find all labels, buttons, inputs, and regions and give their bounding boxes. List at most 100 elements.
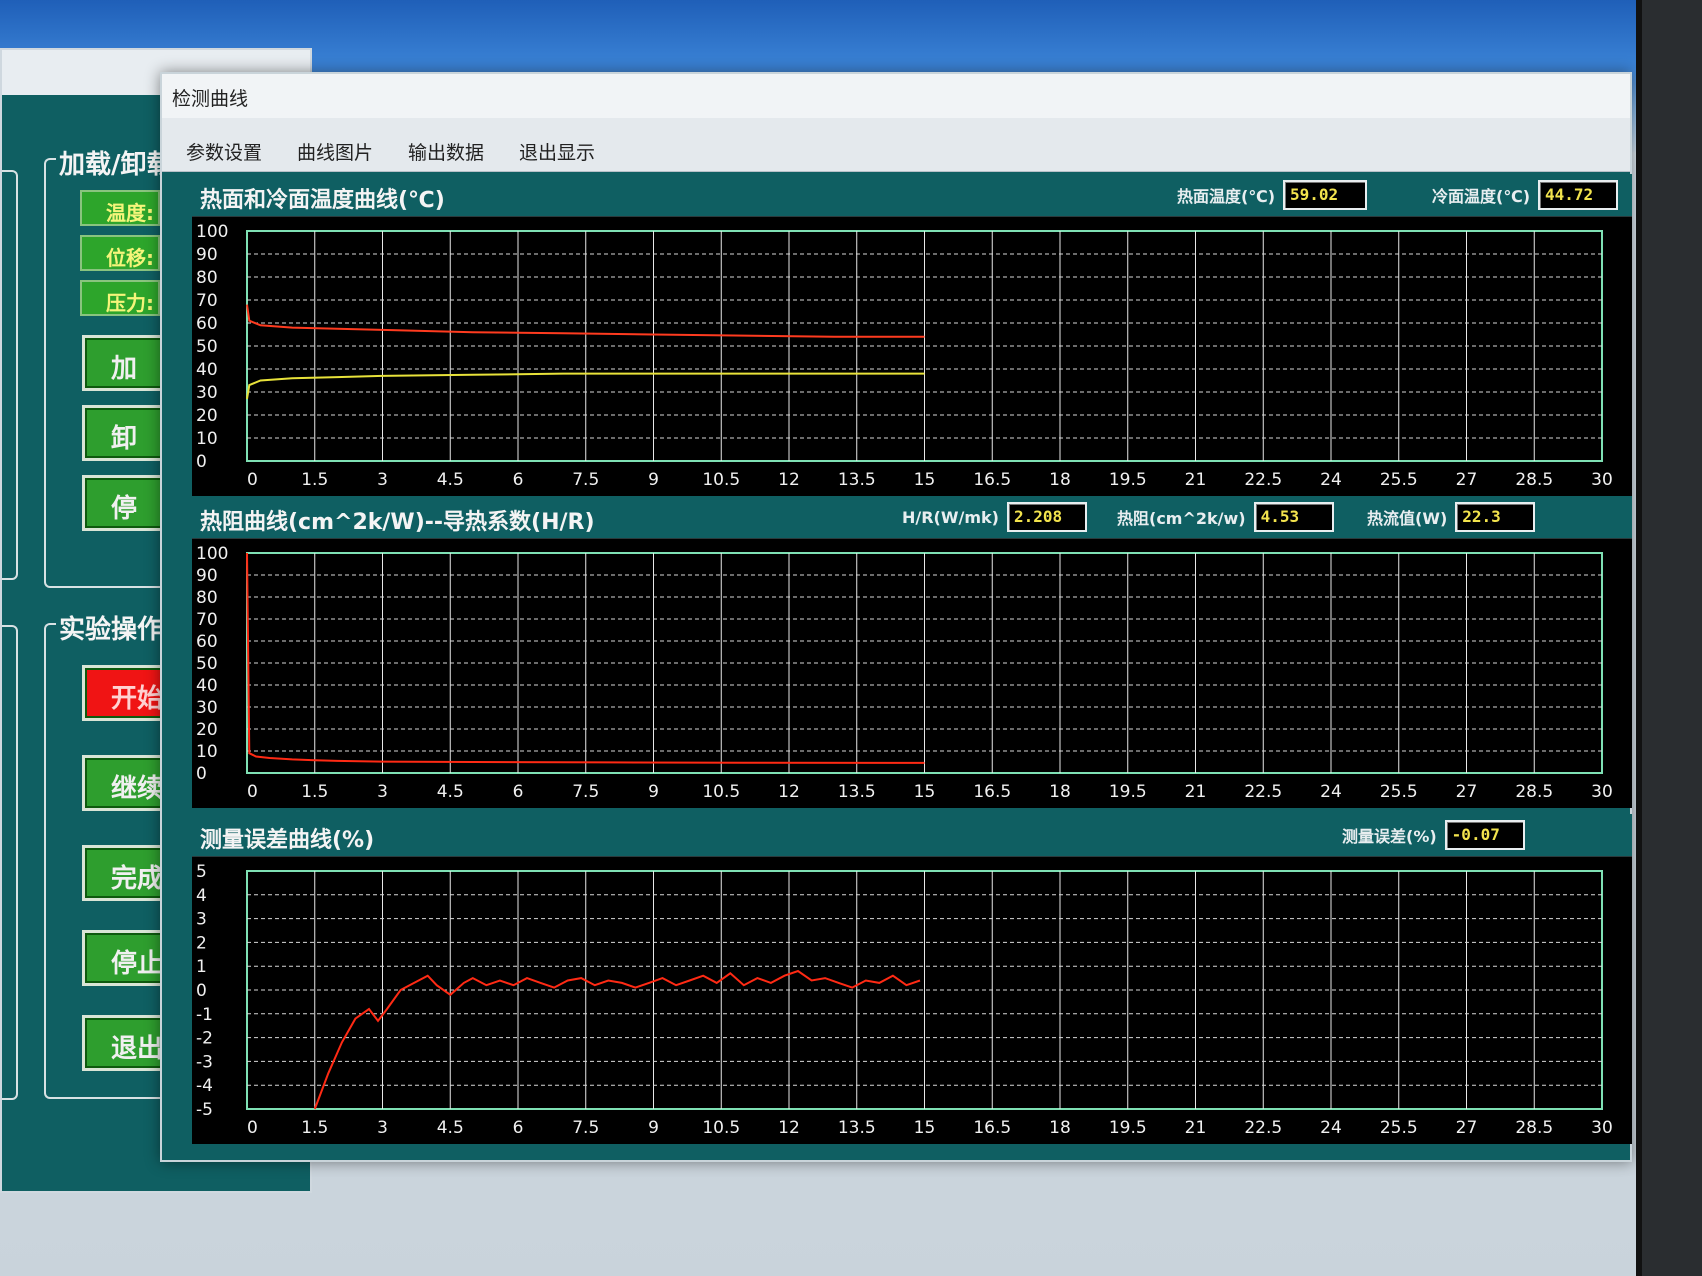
- x-tick-label: 24: [1320, 782, 1342, 802]
- x-tick-label: 22.5: [1244, 1118, 1282, 1138]
- x-tick-label: 27: [1456, 1118, 1478, 1138]
- y-tick-label: 3: [196, 910, 207, 930]
- x-tick-label: 12: [778, 782, 800, 802]
- y-tick-label: 20: [196, 720, 218, 740]
- y-tick-label: 50: [196, 654, 218, 674]
- x-tick-label: 21: [1185, 782, 1207, 802]
- x-tick-label: 0: [247, 782, 258, 802]
- x-tick-label: 16.5: [973, 1118, 1011, 1138]
- x-tick-label: 18: [1049, 470, 1071, 490]
- hr-label: H/R(W/mk): [902, 507, 999, 527]
- x-tick-label: 10.5: [702, 1118, 740, 1138]
- y-tick-label: -3: [196, 1052, 213, 1072]
- measurement-error-chart-svg: 0 1.5 3 4.5 6 7.5 9 10.5 12 13.5 15 16.5 18 19.5 21 22.…: [196, 862, 1613, 1138]
- y-tick-label: 80: [196, 268, 218, 288]
- x-tick-label: 21: [1185, 1118, 1207, 1138]
- x-tick-label: 15: [914, 470, 936, 490]
- menu-parameter-settings[interactable]: 参数设置: [186, 138, 262, 171]
- thermal-resistance-label: 热阻(cm^2k/w): [1117, 509, 1246, 528]
- x-tick-label: 1.5: [301, 782, 328, 802]
- x-tick-label: 30: [1591, 782, 1613, 802]
- x-tick-label: 4.5: [437, 470, 464, 490]
- x-tick-label: 28.5: [1515, 470, 1553, 490]
- x-tick-label: 25.5: [1380, 470, 1418, 490]
- x-tick-label: 24: [1320, 470, 1342, 490]
- x-tick-label: 13.5: [838, 782, 876, 802]
- x-tick-label: 10.5: [702, 782, 740, 802]
- x-tick-label: 19.5: [1109, 470, 1147, 490]
- x-tick-label: 16.5: [973, 782, 1011, 802]
- measurement-error-label: 测量误差(%): [1342, 827, 1437, 846]
- x-tick-label: 30: [1591, 1118, 1613, 1138]
- x-tick-label: 1.5: [301, 1118, 328, 1138]
- thermal-resistance-plot-area: 0 1.5 3 4.5 6 7.5 9 10.5 12 13.5 15 16.5 18 19.5 21 22.…: [192, 538, 1632, 808]
- measurement-error-chart-header: 测量误差曲线(%) 测量误差(%) -0.07: [192, 814, 1632, 856]
- y-tick-label: 0: [196, 981, 207, 1001]
- x-tick-label: 18: [1049, 1118, 1071, 1138]
- y-tick-label: 4: [196, 886, 207, 906]
- x-tick-label: 15: [914, 782, 936, 802]
- hr-readout: H/R(W/mk) 2.208: [902, 502, 1087, 532]
- y-tick-label: 2: [196, 933, 207, 953]
- y-tick-label: 90: [196, 245, 218, 265]
- x-tick-label: 1.5: [301, 470, 328, 490]
- thermal-resistance-value: 4.53: [1253, 502, 1334, 532]
- temperature-chart-title: 热面和冷面温度曲线(℃): [200, 188, 445, 213]
- x-tick-label: 13.5: [838, 1118, 876, 1138]
- temperature-chart-panel: 热面和冷面温度曲线(℃) 热面温度(℃) 59.02 冷面温度(℃) 44.72…: [192, 174, 1632, 496]
- hot-face-temp-value: 59.02: [1283, 180, 1368, 210]
- x-tick-label: 16.5: [973, 470, 1011, 490]
- measurement-error-readout: 测量误差(%) -0.07: [1342, 820, 1525, 850]
- x-tick-label: 7.5: [572, 470, 599, 490]
- x-tick-label: 19.5: [1109, 782, 1147, 802]
- x-tick-label: 15: [914, 1118, 936, 1138]
- y-tick-label: 60: [196, 314, 218, 334]
- x-tick-label: 25.5: [1380, 782, 1418, 802]
- y-tick-label: 40: [196, 676, 218, 696]
- temperature-plot-area: 0 1.5 3 4.5 6 7.5 9 10.5 12 13.5 15 16.5 18 19.5 21 22.…: [192, 216, 1632, 496]
- x-tick-label: 12: [778, 1118, 800, 1138]
- x-tick-label: 13.5: [838, 470, 876, 490]
- y-tick-label: 100: [196, 544, 228, 564]
- x-tick-label: 0: [247, 470, 258, 490]
- y-tick-label: 70: [196, 291, 218, 311]
- measurement-error-chart-panel: 测量误差曲线(%) 测量误差(%) -0.07 0 1.5 3 4.5 6 7.5 9 10.…: [192, 814, 1632, 1144]
- y-tick-label: 30: [196, 383, 218, 403]
- x-tick-label: 6: [513, 470, 524, 490]
- x-tick-label: 24: [1320, 1118, 1342, 1138]
- left-frame-top: [2, 170, 18, 580]
- thermal-resistance-readout: 热阻(cm^2k/w) 4.53: [1117, 502, 1334, 532]
- menu-export-data[interactable]: 输出数据: [408, 138, 484, 171]
- y-tick-label: -5: [196, 1100, 213, 1120]
- x-tick-label: 30: [1591, 470, 1613, 490]
- y-tick-label: 70: [196, 610, 218, 630]
- menu-exit-display[interactable]: 退出显示: [519, 138, 595, 171]
- x-tick-label: 9: [648, 470, 659, 490]
- x-tick-label: 4.5: [437, 782, 464, 802]
- y-tick-label: 20: [196, 406, 218, 426]
- y-tick-label: -4: [196, 1076, 213, 1096]
- thermal-resistance-chart-svg: 0 1.5 3 4.5 6 7.5 9 10.5 12 13.5 15 16.5 18 19.5 21 22.…: [196, 544, 1613, 802]
- x-tick-label: 28.5: [1515, 782, 1553, 802]
- x-tick-label: 0: [247, 1118, 258, 1138]
- thermal-resistance-chart-title: 热阻曲线(cm^2k/W)--导热系数(H/R): [200, 510, 595, 535]
- y-tick-label: 0: [196, 452, 207, 472]
- menu-curve-image[interactable]: 曲线图片: [297, 138, 373, 171]
- left-frame-bottom: [2, 625, 18, 1100]
- y-tick-label: 60: [196, 632, 218, 652]
- x-tick-label: 7.5: [572, 1118, 599, 1138]
- x-tick-label: 3: [377, 782, 388, 802]
- y-tick-label: 50: [196, 337, 218, 357]
- y-tick-label: 30: [196, 698, 218, 718]
- menu-bar: 参数设置 曲线图片 输出数据 退出显示: [162, 118, 1630, 172]
- cold-face-temp-label: 冷面温度(℃): [1432, 187, 1531, 206]
- y-tick-label: -2: [196, 1029, 213, 1049]
- x-tick-label: 21: [1185, 470, 1207, 490]
- x-tick-label: 25.5: [1380, 1118, 1418, 1138]
- x-tick-label: 9: [648, 782, 659, 802]
- measurement-error-plot-area: 0 1.5 3 4.5 6 7.5 9 10.5 12 13.5 15 16.5 18 19.5 21 22.…: [192, 856, 1632, 1144]
- y-tick-label: 0: [196, 764, 207, 784]
- heat-flow-label: 热流值(W): [1367, 509, 1448, 528]
- detection-curve-window: 检测曲线 参数设置 曲线图片 输出数据 退出显示 热面和冷面温度曲线(℃) 热面…: [160, 72, 1632, 1162]
- monitor-bezel: [1642, 0, 1702, 1276]
